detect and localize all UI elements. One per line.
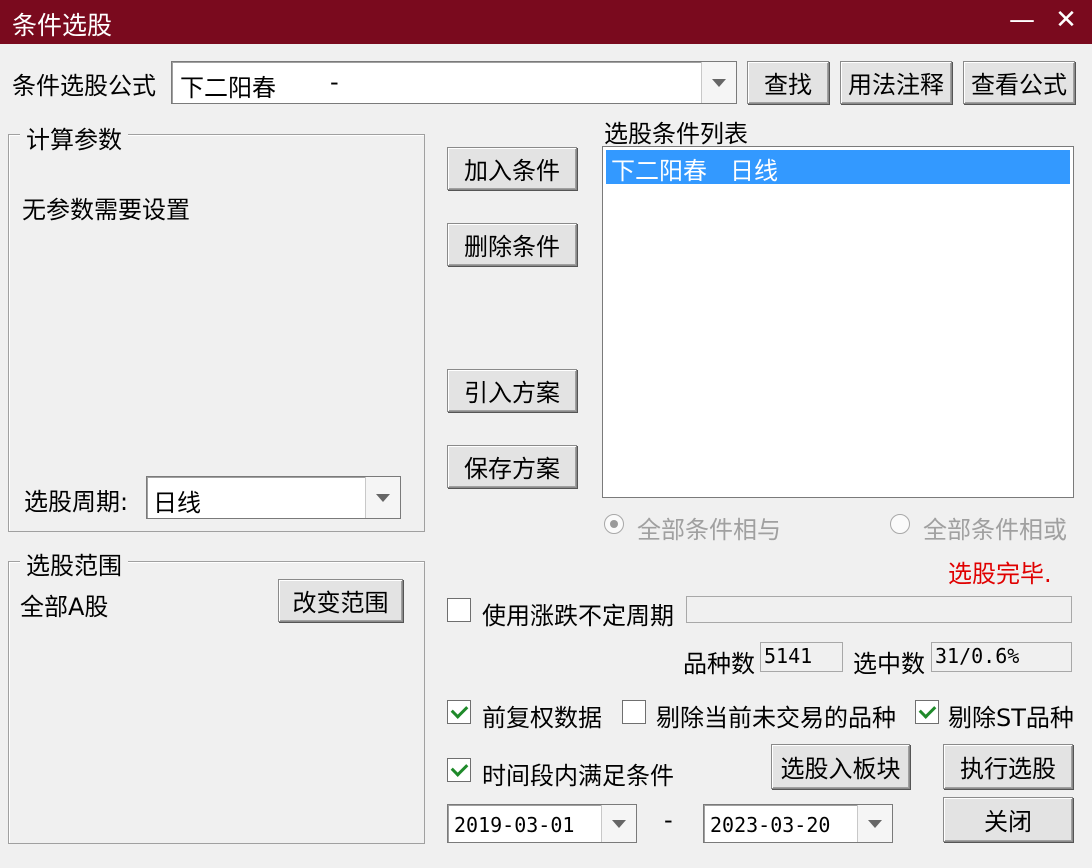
condition-list-title: 选股条件列表 — [604, 120, 748, 148]
exclude-st-checkbox[interactable] — [915, 700, 939, 724]
date-separator: - — [664, 806, 673, 834]
start-date-value: 2019-03-01 — [454, 813, 575, 837]
delete-condition-button[interactable]: 删除条件 — [447, 223, 577, 266]
status-text: 选股完毕. — [948, 560, 1052, 588]
or-label: 全部条件相或 — [923, 516, 1067, 544]
condition-name: 下二阳春 — [611, 157, 707, 185]
check-icon — [918, 701, 936, 719]
params-group-title: 计算参数 — [20, 120, 128, 155]
selected-count-value: 31/0.6% — [931, 642, 1072, 672]
add-condition-button[interactable]: 加入条件 — [447, 147, 577, 190]
find-button[interactable]: 查找 — [747, 61, 829, 104]
usage-notes-button[interactable]: 用法注释 — [840, 61, 952, 104]
period-label: 选股周期: — [24, 488, 129, 516]
execute-button[interactable]: 执行选股 — [943, 744, 1073, 789]
forward-adjust-checkbox[interactable] — [447, 700, 471, 724]
chevron-down-icon — [376, 493, 390, 502]
close-window-button[interactable]: ✕ — [1044, 0, 1088, 40]
end-date-picker[interactable]: 2023-03-20 — [703, 804, 893, 843]
change-range-button[interactable]: 改变范围 — [278, 579, 403, 622]
and-radio[interactable] — [604, 514, 624, 534]
condition-list[interactable]: 下二阳春 日线 — [602, 146, 1074, 498]
count-value: 5141 — [760, 642, 843, 672]
formula-dropdown-toggle[interactable] — [701, 62, 736, 103]
start-date-picker[interactable]: 2019-03-01 — [447, 804, 637, 843]
time-range-checkbox[interactable] — [447, 758, 471, 782]
params-empty-text: 无参数需要设置 — [22, 196, 190, 224]
exclude-untraded-label: 剔除当前未交易的品种 — [656, 704, 896, 732]
variable-period-checkbox[interactable] — [447, 598, 471, 622]
end-date-dropdown-toggle[interactable] — [857, 805, 892, 842]
start-date-dropdown-toggle[interactable] — [601, 805, 636, 842]
time-range-label: 时间段内满足条件 — [482, 762, 674, 790]
range-group-title: 选股范围 — [20, 546, 128, 581]
formula-select[interactable]: 下二阳春 - — [171, 61, 737, 104]
formula-value: 下二阳春 — [180, 74, 276, 102]
chevron-down-icon — [612, 819, 626, 828]
formula-value-suffix: - — [330, 68, 339, 96]
check-icon — [450, 759, 468, 777]
range-value: 全部A股 — [20, 593, 109, 621]
view-formula-button[interactable]: 查看公式 — [963, 61, 1075, 104]
import-plan-button[interactable]: 引入方案 — [447, 369, 577, 412]
radio-dot-icon — [610, 520, 618, 528]
formula-label: 条件选股公式 — [12, 72, 156, 100]
or-radio[interactable] — [890, 514, 910, 534]
title-bar — [0, 0, 1092, 44]
selected-count-label: 选中数 — [853, 650, 925, 678]
window-title: 条件选股 — [12, 11, 113, 40]
variable-period-label: 使用涨跌不定周期 — [482, 602, 674, 630]
condition-period: 日线 — [730, 157, 778, 185]
and-label: 全部条件相与 — [637, 516, 781, 544]
variable-period-field — [686, 596, 1072, 623]
chevron-down-icon — [712, 78, 726, 87]
close-button[interactable]: 关闭 — [943, 797, 1073, 842]
count-label: 品种数 — [683, 650, 755, 678]
minimize-button[interactable]: — — [1000, 0, 1044, 40]
exclude-st-label: 剔除ST品种 — [948, 704, 1074, 732]
chevron-down-icon — [868, 819, 882, 828]
forward-adjust-label: 前复权数据 — [482, 704, 602, 732]
period-select[interactable]: 日线 — [146, 476, 401, 519]
list-item[interactable]: 下二阳春 日线 — [606, 150, 1070, 185]
save-plan-button[interactable]: 保存方案 — [447, 445, 577, 488]
check-icon — [450, 701, 468, 719]
period-dropdown-toggle[interactable] — [365, 477, 400, 518]
exclude-untraded-checkbox[interactable] — [622, 700, 646, 724]
to-block-button[interactable]: 选股入板块 — [771, 744, 910, 789]
end-date-value: 2023-03-20 — [710, 813, 831, 837]
period-value: 日线 — [153, 489, 201, 517]
